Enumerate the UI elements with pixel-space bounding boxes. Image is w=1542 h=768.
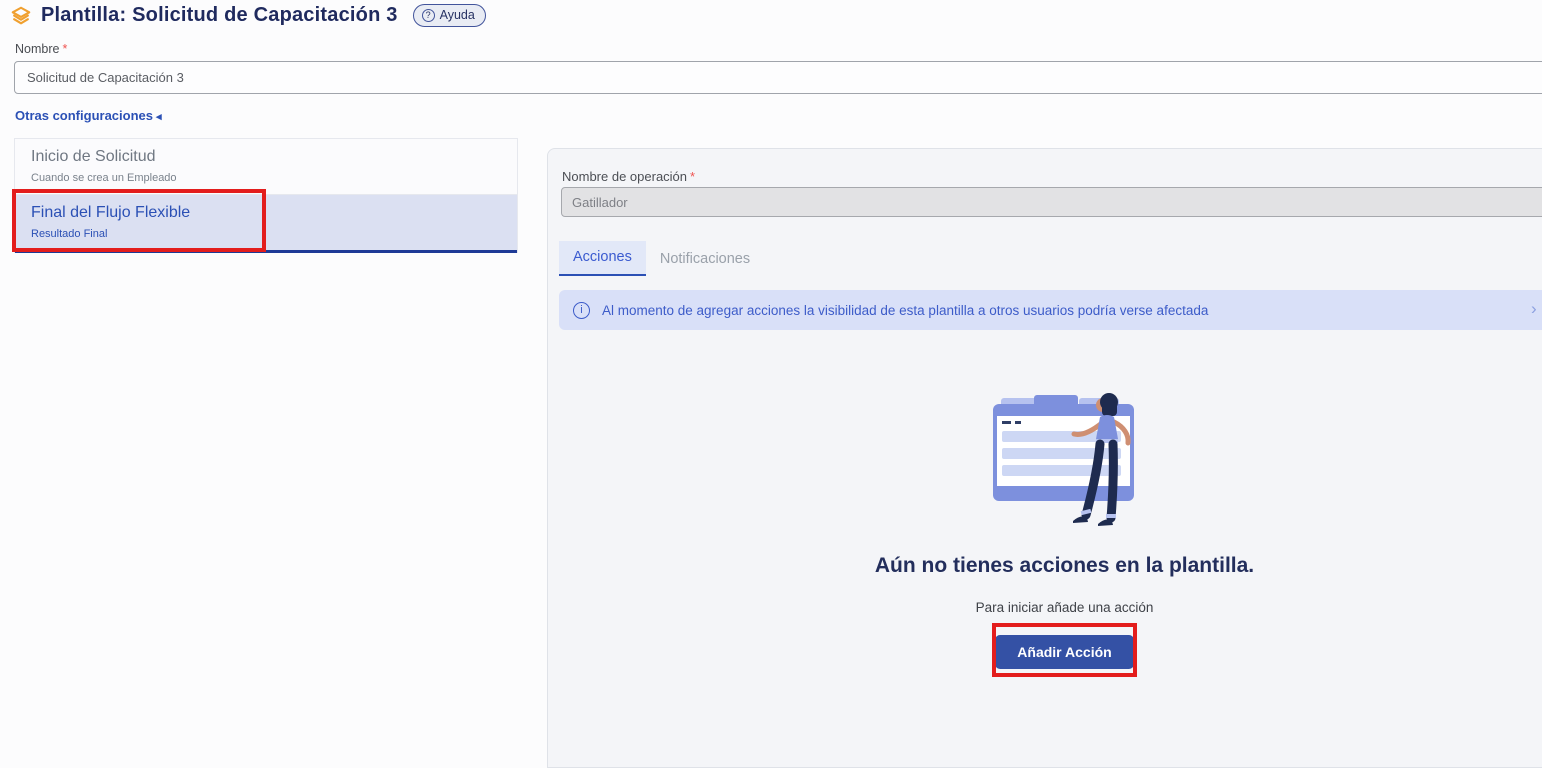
step-final-del-flujo-flexible[interactable]: Final del Flujo Flexible Resultado Final — [15, 194, 517, 253]
tab-bar: Acciones Notificaciones — [559, 241, 764, 276]
required-asterisk: * — [62, 42, 67, 56]
empty-state-subtitle: Para iniciar añade una acción — [548, 600, 1542, 615]
empty-state-title: Aún no tienes acciones en la plantilla. — [548, 554, 1542, 578]
info-banner: i Al momento de agregar acciones la visi… — [559, 290, 1542, 330]
other-configurations-link[interactable]: Otras configuraciones◂ — [15, 108, 162, 123]
step-subtitle: Resultado Final — [31, 228, 501, 240]
required-asterisk: * — [690, 169, 695, 184]
page-header: Plantilla: Solicitud de Capacitación 3 ?… — [10, 4, 486, 27]
info-banner-text: Al momento de agregar acciones la visibi… — [602, 303, 1208, 318]
step-detail-panel: Nombre de operación* Acciones Notificaci… — [547, 148, 1542, 768]
question-icon: ? — [422, 9, 435, 22]
steps-panel: Inicio de Solicitud Cuando se crea un Em… — [14, 138, 518, 253]
empty-state: Aún no tienes acciones en la plantilla. … — [548, 554, 1542, 669]
tab-notificaciones[interactable]: Notificaciones — [646, 243, 764, 276]
template-name-input[interactable] — [14, 61, 1542, 94]
add-action-button[interactable]: Añadir Acción — [995, 635, 1133, 669]
collapse-triangle-icon: ◂ — [156, 111, 162, 123]
operation-name-input — [561, 187, 1542, 217]
help-button-label: Ayuda — [440, 8, 475, 22]
layers-icon — [10, 5, 32, 27]
empty-state-illustration — [974, 389, 1154, 529]
chevron-right-icon[interactable]: › — [1531, 299, 1537, 319]
step-subtitle: Cuando se crea un Empleado — [31, 172, 501, 184]
help-button[interactable]: ? Ayuda — [413, 4, 486, 27]
tab-acciones[interactable]: Acciones — [559, 241, 646, 276]
page-title: Plantilla: Solicitud de Capacitación 3 — [41, 4, 398, 27]
step-inicio-de-solicitud[interactable]: Inicio de Solicitud Cuando se crea un Em… — [15, 139, 517, 194]
step-title: Final del Flujo Flexible — [31, 204, 501, 222]
name-field-label: Nombre* — [15, 42, 67, 56]
operation-name-label: Nombre de operación* — [562, 169, 695, 184]
info-icon: i — [573, 302, 590, 319]
step-title: Inicio de Solicitud — [31, 148, 501, 166]
